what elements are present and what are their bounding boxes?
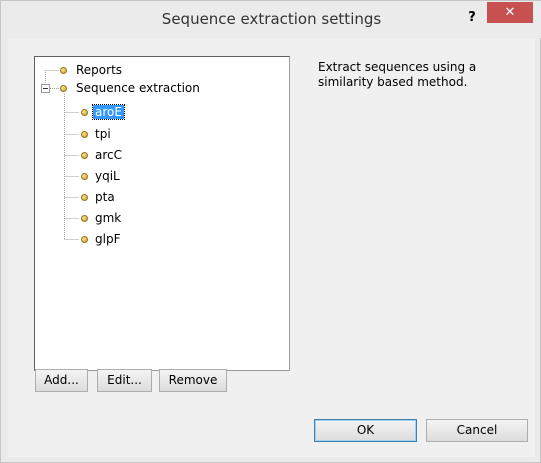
tree-item-reports[interactable]: Reports bbox=[76, 61, 122, 79]
dialog-window: Sequence extraction settings ? ✕ Reports… bbox=[0, 0, 541, 463]
sequence-extraction-bullet-icon bbox=[60, 85, 67, 92]
tree-item-sequence-extraction[interactable]: Sequence extraction bbox=[76, 79, 200, 97]
node-bullet-icon bbox=[81, 131, 88, 138]
tree-item-pta[interactable]: pta bbox=[95, 188, 115, 206]
remove-button[interactable]: Remove bbox=[159, 369, 227, 392]
node-bullet-icon bbox=[81, 173, 88, 180]
tree-item-label: pta bbox=[95, 190, 115, 204]
reports-bullet-icon bbox=[60, 67, 67, 74]
tree-item-label: arcC bbox=[95, 148, 122, 162]
node-bullet-icon bbox=[81, 194, 88, 201]
add-button[interactable]: Add... bbox=[35, 369, 88, 392]
help-button[interactable]: ? bbox=[462, 8, 482, 28]
tree-item-label: gmk bbox=[95, 211, 122, 225]
tree-item-arcC[interactable]: arcC bbox=[95, 146, 122, 164]
cancel-button[interactable]: Cancel bbox=[426, 419, 528, 442]
collapse-icon[interactable] bbox=[41, 84, 50, 93]
tree-item-label: Reports bbox=[76, 63, 123, 77]
node-bullet-icon bbox=[81, 215, 88, 222]
edit-button[interactable]: Edit... bbox=[97, 369, 152, 392]
tree-item-aroE[interactable]: aroE bbox=[92, 103, 125, 121]
tree-item-label: tpi bbox=[95, 127, 111, 141]
settings-tree[interactable]: Reports Sequence extraction aroE tpi arc… bbox=[34, 56, 290, 371]
title-bar[interactable]: Sequence extraction settings ? ✕ bbox=[1, 1, 541, 38]
tree-item-label: glpF bbox=[95, 232, 121, 246]
tree-item-label: aroE bbox=[92, 104, 125, 120]
tree-item-label: yqiL bbox=[95, 169, 120, 183]
tree-item-glpF[interactable]: glpF bbox=[95, 230, 120, 248]
node-bullet-icon bbox=[81, 152, 88, 159]
close-icon: ✕ bbox=[504, 5, 516, 20]
tree-item-yqiL[interactable]: yqiL bbox=[95, 167, 120, 185]
ok-button[interactable]: OK bbox=[314, 419, 417, 442]
description-text: Extract sequences using a similarity bas… bbox=[318, 60, 477, 89]
close-button[interactable]: ✕ bbox=[487, 2, 533, 23]
tree-item-gmk[interactable]: gmk bbox=[95, 209, 121, 227]
tree-lines bbox=[45, 70, 79, 240]
dialog-body: Reports Sequence extraction aroE tpi arc… bbox=[8, 38, 535, 457]
node-bullet-icon bbox=[81, 109, 88, 116]
window-title: Sequence extraction settings bbox=[161, 10, 382, 28]
tree-item-tpi[interactable]: tpi bbox=[95, 125, 111, 143]
node-bullet-icon bbox=[81, 236, 88, 243]
tree-item-label: Sequence extraction bbox=[76, 81, 200, 95]
